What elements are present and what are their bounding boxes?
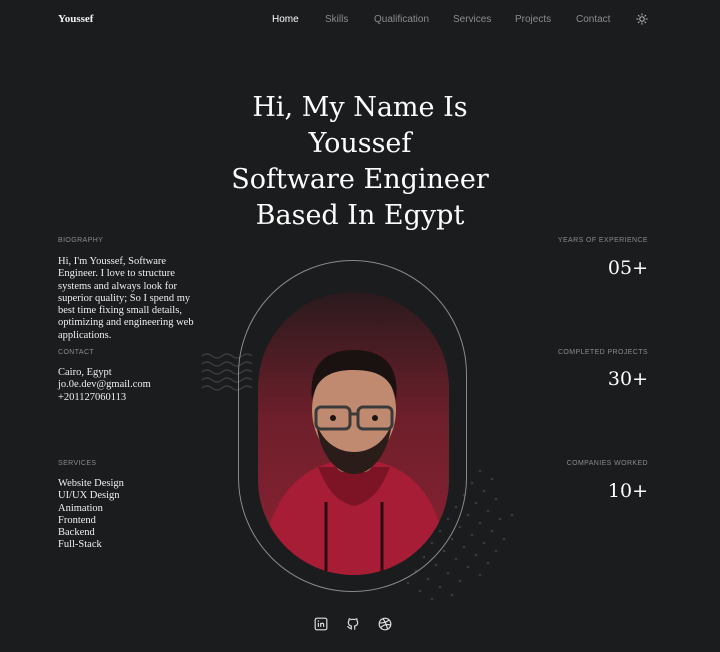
biography-label: BIOGRAPHY: [58, 237, 104, 244]
biography-line: Engineer. I love to structure: [58, 268, 175, 280]
nav-services[interactable]: Services: [453, 14, 491, 25]
biography-line: Hi, I'm Youssef, Software: [58, 256, 167, 267]
nav-qualification[interactable]: Qualification: [374, 14, 429, 25]
contact-label: CONTACT: [58, 349, 95, 356]
profile-photo: [258, 292, 449, 575]
sun-icon[interactable]: [636, 13, 648, 25]
service-item: Backend: [58, 527, 95, 539]
biography-text: Hi, I'm Youssef, Software Engineer. I lo…: [58, 256, 228, 342]
services-list: Website Design UI/UX Design Animation Fr…: [58, 478, 228, 552]
hero-title-line: Youssef: [308, 128, 412, 159]
biography-line: superior quality; So I spend my: [58, 292, 191, 304]
biography-line: optimizing and engineering web: [58, 317, 194, 329]
nav-projects[interactable]: Projects: [515, 14, 551, 25]
service-item: Frontend: [58, 514, 96, 526]
stat-label-companies: COMPANIES WORKED: [566, 460, 648, 467]
service-item: UI/UX Design: [58, 490, 120, 502]
top-navbar: Youssef Home Skills Qualification Servic…: [0, 0, 720, 40]
service-item: Animation: [58, 502, 103, 514]
stat-value-experience: 05+: [607, 257, 648, 279]
stat-label-experience: YEARS OF EXPERIENCE: [557, 237, 648, 244]
dribbble-icon[interactable]: [378, 617, 392, 631]
nav-home[interactable]: Home: [272, 14, 299, 25]
services-label: SERVICES: [58, 460, 97, 467]
hero-title-line: Based In Egypt: [255, 200, 465, 231]
linkedin-icon[interactable]: [314, 617, 328, 631]
nav-contact[interactable]: Contact: [576, 14, 610, 25]
hero-title-line: Software Engineer: [231, 164, 489, 195]
person-illustration: [263, 350, 446, 575]
nav-skills[interactable]: Skills: [325, 14, 348, 25]
service-item: Website Design: [58, 478, 124, 489]
stat-label-projects: COMPLETED PROJECTS: [557, 349, 648, 356]
contact-phone[interactable]: +201127060113: [58, 392, 228, 404]
hero-title-line: Hi, My Name Is: [252, 92, 468, 123]
service-item: Full-Stack: [58, 539, 102, 551]
biography-line: systems and always look for: [58, 280, 177, 292]
nav-menu: Home Skills Qualification Services Proje…: [0, 14, 720, 28]
stat-value-projects: 30+: [607, 368, 648, 390]
biography-line: best time fixing small details,: [58, 305, 182, 317]
github-icon[interactable]: [346, 617, 360, 631]
hero-title: Hi, My Name Is Youssef Software Engineer…: [160, 90, 560, 234]
stat-value-companies: 10+: [607, 480, 648, 502]
biography-line: applications.: [58, 329, 112, 341]
